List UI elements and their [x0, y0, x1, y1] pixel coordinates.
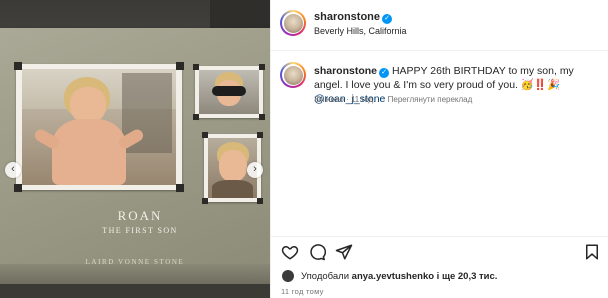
- post-side-panel: sharonstone ✓ Beverly Hills, California s…: [270, 0, 608, 298]
- heart-icon[interactable]: [281, 243, 299, 261]
- caption-username[interactable]: sharonstone: [314, 65, 377, 77]
- photo-corner: [14, 62, 22, 70]
- carousel-prev-button[interactable]: ‹: [5, 162, 21, 178]
- author-avatar[interactable]: [280, 10, 306, 36]
- actions-divider: [271, 236, 608, 237]
- child-goggles-photo: [199, 70, 259, 114]
- verified-badge-icon: ✓: [382, 14, 393, 24]
- edited-label: Змінено: [314, 95, 344, 104]
- photo-album-edge: [0, 264, 270, 286]
- child-shirtless-photo: [22, 69, 176, 185]
- see-translation-link[interactable]: Переглянути переклад: [388, 95, 473, 104]
- album-spine-text: LAIRD VONNE STONE: [85, 258, 185, 266]
- album-photo-goggles: [193, 64, 265, 120]
- comment-icon[interactable]: [308, 243, 326, 261]
- likes-text: Уподобали anya.yevtushenko і ще 20,3 тис…: [301, 271, 497, 282]
- carousel-next-button[interactable]: ›: [247, 162, 263, 178]
- photo-corner: [257, 132, 263, 138]
- photo-corner: [176, 62, 184, 70]
- photo-corner: [259, 64, 265, 70]
- photo-corner: [202, 132, 208, 138]
- author-avatar-image: [283, 13, 303, 33]
- likes-prefix: Уподобали: [301, 271, 352, 282]
- album-title: ROAN: [117, 208, 163, 223]
- photo-corner: [14, 184, 22, 192]
- verified-badge-icon: ✓: [379, 68, 390, 78]
- liker-username[interactable]: anya.yevtushenko: [352, 271, 434, 282]
- caption-time: 11 год.: [350, 95, 376, 104]
- caption-avatar-image: [283, 65, 303, 85]
- caption-author-avatar[interactable]: [280, 62, 306, 88]
- author-username-text[interactable]: sharonstone: [314, 11, 380, 23]
- likes-others-count[interactable]: і ще 20,3 тис.: [434, 271, 498, 282]
- bookmark-icon[interactable]: [583, 243, 601, 261]
- post-media[interactable]: ROAN THE FIRST SON LAIRD VONNE STONE ‹ ›: [0, 0, 270, 298]
- post-location[interactable]: Beverly Hills, California: [314, 26, 407, 36]
- photo-album-shadow: [0, 284, 270, 298]
- album-photo-main: [14, 62, 184, 192]
- caption-meta: Змінено · 11 год. Переглянути переклад: [314, 95, 472, 104]
- header-divider: [271, 50, 608, 51]
- author-username[interactable]: sharonstone ✓: [314, 11, 393, 24]
- photo-corner: [257, 198, 263, 204]
- photo-corner: [193, 64, 199, 70]
- album-subtitle: THE FIRST SON: [102, 226, 178, 235]
- meta-separator: ·: [343, 95, 351, 104]
- post-timestamp[interactable]: 11 год тому: [281, 287, 324, 296]
- photo-corner: [193, 114, 199, 120]
- photo-corner: [259, 114, 265, 120]
- liker-avatar[interactable]: [281, 269, 295, 283]
- photo-corner: [202, 198, 208, 204]
- share-icon[interactable]: [335, 243, 353, 261]
- photo-corner: [176, 184, 184, 192]
